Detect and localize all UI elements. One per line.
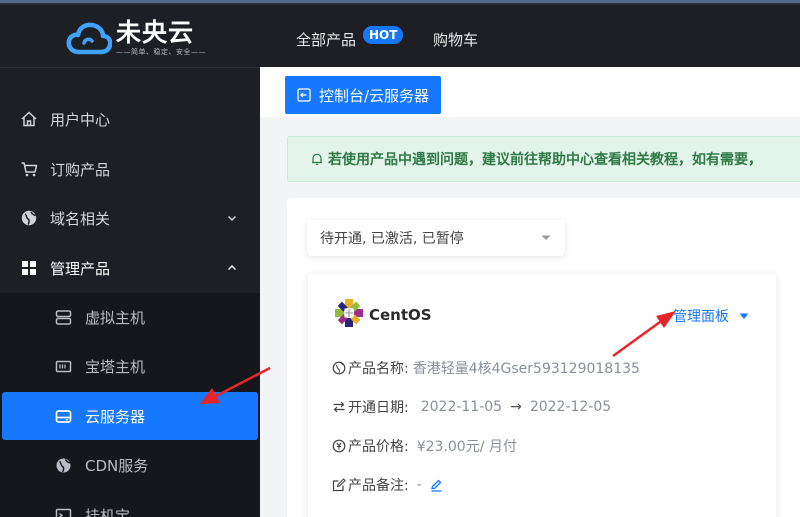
sidebar-subitem-hang-box[interactable]: 挂机宝 bbox=[0, 491, 260, 517]
price-value: ¥23.00元/ 月付 bbox=[416, 439, 517, 455]
status-filter-select[interactable]: 待开通, 已激活, 已暂停 bbox=[307, 220, 565, 256]
centos-logo-icon bbox=[335, 299, 363, 327]
os-name: CentOS bbox=[369, 306, 432, 324]
sidebar-subitem-cdn[interactable]: CDN服务 bbox=[0, 441, 260, 489]
tab-bar: 控制台/云服务器 bbox=[260, 67, 800, 117]
sidebar-subitem-label: 挂机宝 bbox=[85, 506, 131, 517]
manage-panel-label: 管理面板 bbox=[673, 309, 729, 325]
end-date: 2022-12-05 bbox=[529, 399, 612, 415]
start-date: 2022-11-05 bbox=[420, 399, 503, 415]
activation-date-label: 开通日期: bbox=[348, 400, 409, 416]
sidebar-item-order-products[interactable]: 订购产品 bbox=[0, 145, 260, 193]
edit-note-icon bbox=[332, 478, 346, 492]
caret-down-icon bbox=[739, 313, 749, 319]
sidebar-item-label: 管理产品 bbox=[50, 259, 111, 278]
globe-icon bbox=[332, 361, 346, 375]
sidebar-subitem-bt-host[interactable]: 宝塔主机 bbox=[0, 342, 260, 390]
cloud-logo-icon bbox=[66, 22, 112, 55]
tab-label: 控制台/云服务器 bbox=[319, 86, 430, 105]
terminal-icon bbox=[55, 508, 72, 517]
status-filter-value: 待开通, 已激活, 已暂停 bbox=[320, 231, 464, 247]
globe-icon bbox=[21, 210, 37, 226]
product-card: CentOS 管理面板 产品名称: 香港轻量4核4Gser59312901813… bbox=[308, 274, 776, 517]
product-panel: 待开通, 已激活, 已暂停 CentOS 管理面板 产品名称: 香港轻量4核4G… bbox=[287, 198, 800, 517]
sidebar-item-label: 订购产品 bbox=[50, 160, 111, 179]
sidebar-item-user-center[interactable]: 用户中心 bbox=[0, 95, 260, 143]
manage-panel-dropdown[interactable]: 管理面板 bbox=[673, 306, 749, 326]
pencil-icon[interactable] bbox=[430, 479, 443, 492]
help-notice: 若使用产品中遇到问题，建议前往帮助中心查看相关教程，如有需要， bbox=[287, 136, 800, 182]
server-icon bbox=[55, 309, 72, 325]
sidebar-item-manage-products[interactable]: 管理产品 bbox=[0, 244, 260, 292]
price-label: 产品价格: bbox=[348, 439, 409, 455]
nav-cart[interactable]: 购物车 bbox=[433, 29, 478, 50]
chevron-down-icon bbox=[227, 215, 237, 222]
nav-all-products[interactable]: 全部产品 bbox=[296, 29, 356, 50]
product-name-label: 产品名称: bbox=[348, 361, 409, 377]
note-value: - bbox=[416, 477, 422, 493]
chevron-up-icon bbox=[227, 264, 237, 271]
hot-badge: HOT bbox=[363, 26, 404, 44]
product-name-row: 产品名称: 香港轻量4核4Gser593129018135 bbox=[332, 358, 640, 378]
globe-icon bbox=[56, 458, 71, 472]
caret-down-icon bbox=[541, 235, 551, 240]
sidebar-subitem-label: CDN服务 bbox=[85, 456, 149, 475]
sidebar-subitem-virtual-host[interactable]: 虚拟主机 bbox=[0, 293, 260, 341]
site-logo[interactable]: 未央云 ——简单、稳定、安全—— bbox=[66, 19, 206, 57]
swap-icon bbox=[333, 401, 345, 413]
product-name-value: 香港轻量4核4Gser593129018135 bbox=[412, 361, 640, 377]
main-content: 控制台/云服务器 若使用产品中遇到问题，建议前往帮助中心查看相关教程，如有需要，… bbox=[260, 67, 800, 517]
date-arrow: → bbox=[510, 399, 522, 415]
sidebar-item-label: 用户中心 bbox=[50, 110, 111, 129]
bell-icon bbox=[312, 153, 322, 165]
sidebar-subitem-label: 虚拟主机 bbox=[85, 308, 146, 327]
logo-subtitle: ——简单、稳定、安全—— bbox=[116, 48, 206, 56]
sidebar-item-domains[interactable]: 域名相关 bbox=[0, 194, 260, 242]
disk-icon bbox=[55, 409, 72, 423]
note-label: 产品备注: bbox=[348, 478, 409, 494]
home-icon bbox=[21, 111, 37, 127]
top-header: 未央云 ——简单、稳定、安全—— 全部产品 HOT 购物车 bbox=[0, 5, 800, 67]
sidebar-subitem-label: 云服务器 bbox=[85, 407, 146, 426]
price-row: 产品价格: ¥23.00元/ 月付 bbox=[332, 436, 517, 456]
cart-icon bbox=[21, 162, 38, 177]
price-icon bbox=[332, 439, 346, 453]
logo-title: 未央云 bbox=[116, 18, 195, 47]
sidebar-subitem-cloud-server[interactable]: 云服务器 bbox=[2, 392, 258, 440]
sidebar: 用户中心 订购产品 域名相关 管理产品 虚拟主机 宝塔主机 云服务器 CDN服务… bbox=[0, 67, 260, 517]
sidebar-subitem-label: 宝塔主机 bbox=[85, 357, 146, 376]
note-row: 产品备注: - bbox=[332, 475, 445, 495]
panel-icon bbox=[55, 360, 72, 372]
login-icon bbox=[297, 88, 311, 102]
activation-date-row: 开通日期: 2022-11-05 → 2022-12-05 bbox=[332, 397, 611, 417]
sidebar-item-label: 域名相关 bbox=[50, 209, 111, 228]
grid-icon bbox=[22, 261, 36, 275]
tab-console-cloud-server[interactable]: 控制台/云服务器 bbox=[285, 76, 442, 114]
notice-text: 若使用产品中遇到问题，建议前往帮助中心查看相关教程，如有需要， bbox=[328, 152, 762, 168]
